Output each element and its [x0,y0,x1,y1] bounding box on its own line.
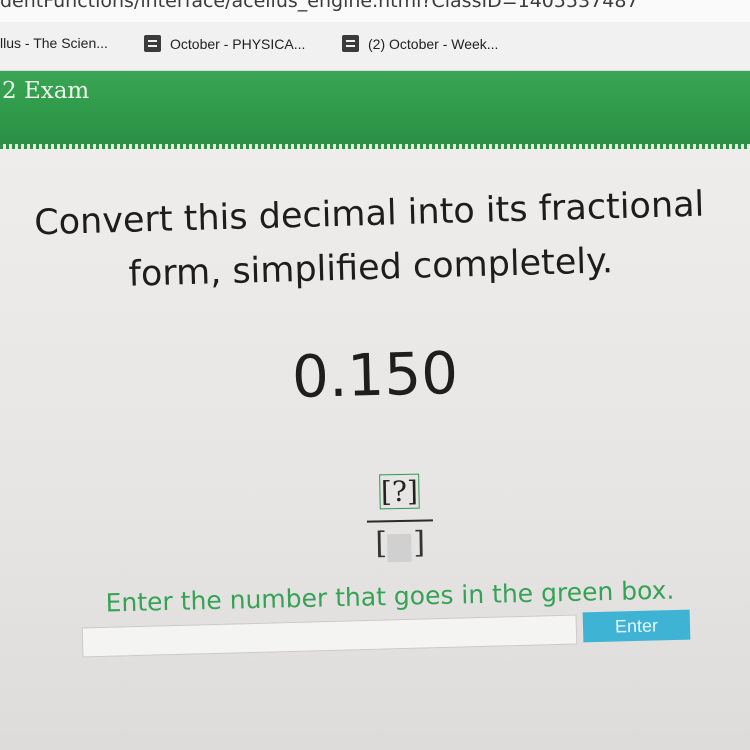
denominator-left-bracket: [ [375,526,388,562]
fraction-display: [?] [ ] [364,473,436,574]
decimal-value: 0.150 [291,338,459,412]
question-panel: Convert this decimal into its fractional… [0,149,750,750]
numerator: [?] [364,473,435,510]
answer-input[interactable] [81,614,578,658]
enter-button[interactable]: Enter [582,609,691,643]
bookmark-label: llus - The Scien... [0,35,108,51]
exam-header: 2 Exam [0,71,750,149]
bookmark-acellus[interactable]: llus - The Scien... [0,35,108,51]
bookmark-label: (2) October - Week... [368,35,499,52]
url-text: dentFunctions/interface/acellus_engine.h… [0,0,639,12]
fraction-bar [366,519,433,523]
numerator-green-box: [?] [378,473,421,510]
bookmark-october-physics[interactable]: October - PHYSICA... [144,35,305,52]
bookmark-label: October - PHYSICA... [170,35,306,52]
bookmarks-bar: llus - The Scien... October - PHYSICA...… [0,22,750,71]
question-prompt: Convert this decimal into its fractional… [33,184,705,295]
address-bar[interactable]: dentFunctions/interface/acellus_engine.h… [0,0,750,22]
bookmark-october-week[interactable]: (2) October - Week... [342,35,498,52]
document-icon [342,35,359,52]
page-title: 2 Exam [2,78,90,104]
denominator-box [387,533,412,563]
denominator: [ ] [375,526,426,567]
denominator-right-bracket: ] [413,525,426,561]
document-icon [144,35,161,52]
